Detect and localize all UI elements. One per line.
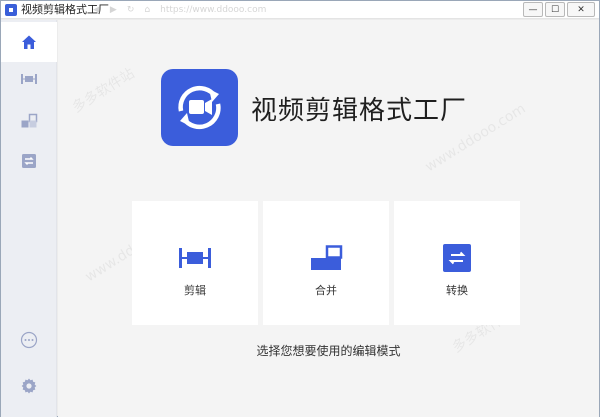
main-panel: 多多软件站 www.ddooo.com www.ddooo.com 多多软件站 … [58,20,599,417]
cut-icon [21,74,37,84]
back-icon: ◀ [93,5,100,15]
address-text: https://www.ddooo.com [160,5,267,15]
convert-icon [440,244,474,272]
sidebar-item-convert[interactable] [1,141,57,181]
sidebar-item-settings[interactable] [1,366,57,406]
sidebar-item-more[interactable] [1,320,57,360]
mode-hint: 选择您想要使用的编辑模式 [256,344,401,358]
more-icon [20,331,38,349]
merge-card-label: 合并 [315,284,337,297]
cut-card[interactable]: 剪辑 [132,201,258,325]
sidebar-item-cut[interactable] [1,59,57,99]
title-bar[interactable]: 视频剪辑格式工厂 ◀ ▶ ↻ ⌂ https://www.ddooo.com —… [1,1,599,19]
app-logo [161,69,238,146]
merge-icon [21,113,38,128]
minimize-button[interactable]: — [523,2,543,17]
merge-card[interactable]: 合并 [263,201,389,325]
convert-card-label: 转换 [446,284,468,297]
refresh-icon: ↻ [126,5,135,15]
merge-icon [309,244,343,272]
window-controls: — ☐ ✕ [523,2,595,17]
gear-icon [21,378,37,394]
home-small-icon: ⌂ [144,5,151,15]
close-button[interactable]: ✕ [567,2,595,17]
watermark-text: 多多软件站 [69,65,138,117]
background-toolbar: ◀ ▶ ↻ ⌂ https://www.ddooo.com [93,4,266,16]
forward-icon: ▶ [109,5,117,15]
convert-card[interactable]: 转换 [394,201,520,325]
home-icon [22,35,36,49]
app-name: 视频剪辑格式工厂 [251,96,468,126]
cut-card-label: 剪辑 [184,284,206,297]
convert-icon [22,154,36,168]
sidebar [1,20,57,417]
video-convert-icon [178,85,221,130]
cut-icon [178,244,212,272]
sidebar-item-home[interactable] [1,22,57,62]
sidebar-item-merge[interactable] [1,101,57,141]
app-window: 视频剪辑格式工厂 ◀ ▶ ↻ ⌂ https://www.ddooo.com —… [0,0,600,417]
maximize-button[interactable]: ☐ [545,2,565,17]
app-logo-icon [5,4,17,16]
